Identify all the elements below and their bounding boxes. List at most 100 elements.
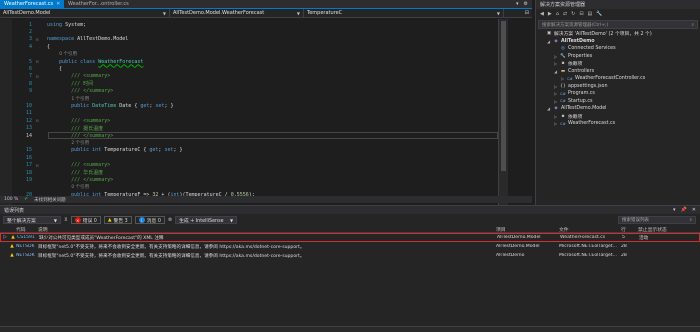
expand-icon[interactable]: ▷ [553,61,558,66]
codelens-references[interactable]: 0 个引用 [0,51,520,58]
solution-search-input[interactable]: 搜索解决方案资源管理器(Ctrl+;) ⌕ [538,20,698,29]
expand-icon[interactable]: ▷ [553,99,558,104]
fold-icon[interactable]: ⊟ [36,37,43,42]
tree-item[interactable]: ▷ C# Program.cs [536,90,700,98]
code-cell: NETSDK [16,244,35,249]
tree-item[interactable]: ▷ ▪ 依赖项 [536,113,700,121]
zoom-level[interactable]: 100 % [4,197,18,202]
warning-icon: ▲ [10,244,14,249]
tree-item[interactable]: ◢ ◆ AllTestDemo [536,38,700,46]
tree-item[interactable]: ▷ C# WeatherForecast.cs [536,120,700,128]
tree-item[interactable]: ◢ ▬ Controllers [536,68,700,76]
tree-item[interactable]: ▷ ▪ 依赖项 [536,60,700,68]
tree-item[interactable]: ▷ C# Startup.cs [536,98,700,106]
filter-icon[interactable]: ⊻ [64,217,68,223]
tree-item[interactable]: ◎ Connected Services [536,45,700,53]
navigation-bar: AllTestDemo.Model ▼ AllTestDemo.Model.We… [0,9,532,18]
codelens-references[interactable]: 0 个引用 [0,184,520,191]
collapse-icon[interactable]: ◢ [553,69,558,74]
tree-item-label: AllTestDemo.Model [561,106,607,112]
expand-icon[interactable]: ▷ [560,76,565,81]
column-file[interactable]: 文件 [559,226,621,233]
codelens-references[interactable]: 2 个引用 [0,139,520,146]
code-editor[interactable]: 1 using System; 2 3 ⊟ namespace AllTestDemo.M… [0,19,532,205]
expand-icon[interactable]: ▷ [553,91,558,96]
tab-label: WeatherForecast.cs [4,1,54,7]
refresh-icon[interactable]: ↻ [571,11,575,17]
expand-icon[interactable]: ▷ [553,114,558,119]
error-row[interactable]: ▷ ▲ CS1591 缺少对公共可见类型或成员"WeatherForecast"的 X… [0,233,700,242]
code-text: /// <summary> [71,117,111,124]
sync-icon[interactable]: ⇄ [563,11,567,17]
code-cell: CS1591 [17,235,35,240]
fold-icon[interactable]: ⊟ [36,59,43,64]
fold-icon[interactable]: ⊟ [36,163,43,168]
properties-icon[interactable]: 🔧 [596,11,602,17]
tab-label: WeatherFor...ontroller.cs [68,1,129,7]
expand-icon[interactable]: ▷ [553,121,558,126]
column-suppression[interactable]: 禁止显示状态 [638,226,700,233]
collapse-icon[interactable]: ◢ [546,106,551,111]
file-icon: {} [560,83,566,89]
code-text: /// <summary> [71,162,111,169]
code-text: { [47,43,51,50]
warnings-toggle[interactable]: ▲ 警告 3 [103,216,132,224]
close-icon[interactable]: ✕ [692,207,696,213]
horizontal-scrollbar[interactable] [0,326,700,332]
split-icon[interactable]: ⊟ [525,10,529,16]
collapse-icon[interactable]: ◢ [546,39,551,44]
line-number: 12 [25,117,32,124]
error-search-input[interactable]: 搜索错误列表 ⌕ [618,216,696,224]
expand-icon[interactable]: ▷ [1,235,9,240]
home-icon[interactable]: ⌂ [556,11,559,17]
column-project[interactable]: 项目 [496,226,559,233]
project-dropdown[interactable]: AllTestDemo.Model ▼ [0,9,170,17]
error-row[interactable]: ▲ NETSDK 目标框架"net5.0"不受支持，将来不会收到安全更新。有关支持策… [0,242,700,251]
fold-icon[interactable]: ⊟ [36,74,43,79]
project-dropdown-value: AllTestDemo.Model [3,10,51,16]
scope-dropdown[interactable]: 整个解决方案 ▼ [3,216,61,224]
tree-item[interactable]: ▷ C# WeatherForecastController.cs [536,75,700,83]
file-icon: C# [567,76,573,81]
gear-icon[interactable]: ⚙ [524,1,528,7]
vertical-scrollbar[interactable] [498,19,508,205]
tree-item[interactable]: ◢ ◆ AllTestDemo.Model [536,105,700,113]
tab-weatherforecast[interactable]: WeatherForecast.cs ✕ [0,0,64,8]
fold-icon[interactable]: ⊟ [36,118,43,123]
chevron-down-icon: ▼ [230,217,234,223]
codelens-text: 0 个引用 [59,52,77,58]
column-code[interactable]: 代码 [16,226,38,233]
errors-toggle[interactable]: ✕ 错误 0 [70,216,101,224]
codelens-references[interactable]: 1 个引用 [0,95,520,102]
column-line[interactable]: 行 [621,226,638,233]
chevron-down-icon[interactable]: ▾ [516,1,519,7]
line-number: 1 [28,21,32,28]
messages-toggle[interactable]: i 消息 0 [134,216,165,224]
expand-icon[interactable]: ▷ [553,54,558,59]
scrollbar-thumb[interactable] [501,21,506,171]
pin-icon[interactable]: 📌 [681,207,687,213]
expand-icon[interactable]: ▷ [553,84,558,89]
error-list-title-bar: 错误列表 ▾ 📌 ✕ [0,206,700,214]
type-dropdown[interactable]: AllTestDemo.Model.WeatherForecast ▼ [170,9,304,17]
show-all-icon[interactable]: ▤ [588,11,593,17]
collapse-icon[interactable]: ⊟ [579,11,583,17]
tree-item[interactable]: ▷ 🔧 Properties [536,53,700,61]
error-row[interactable]: ▲ NETSDK 目标框架"net5.0"不受支持，将来不会收到安全更新。有关支持策… [0,251,700,260]
clear-filter-icon[interactable]: ⊗ [168,217,172,223]
line-cell: 28 [621,244,627,249]
forward-icon[interactable]: ▶ [548,11,552,17]
member-dropdown[interactable]: TemperatureC ▼ [304,9,504,17]
file-icon: ◎ [561,46,565,52]
file-icon: ▪ [561,113,565,119]
tree-item[interactable]: ▷{} appsettings.json [536,83,700,91]
close-icon[interactable]: ✕ [56,1,60,7]
column-description[interactable]: 说明 [38,226,496,233]
code-text: /// 摄氏温度 [71,125,104,132]
tree-item[interactable]: ▣ 解决方案 'AllTestDemo' (2 个项目，共 2 个) [536,30,700,38]
tab-weatherforecastcontroller[interactable]: WeatherFor...ontroller.cs [64,0,144,8]
chevron-down-icon[interactable]: ▾ [673,207,676,213]
line-number: 10 [25,102,32,109]
build-filter-dropdown[interactable]: 生成 + IntelliSense ▼ [175,216,238,224]
back-icon[interactable]: ◀ [540,11,544,17]
